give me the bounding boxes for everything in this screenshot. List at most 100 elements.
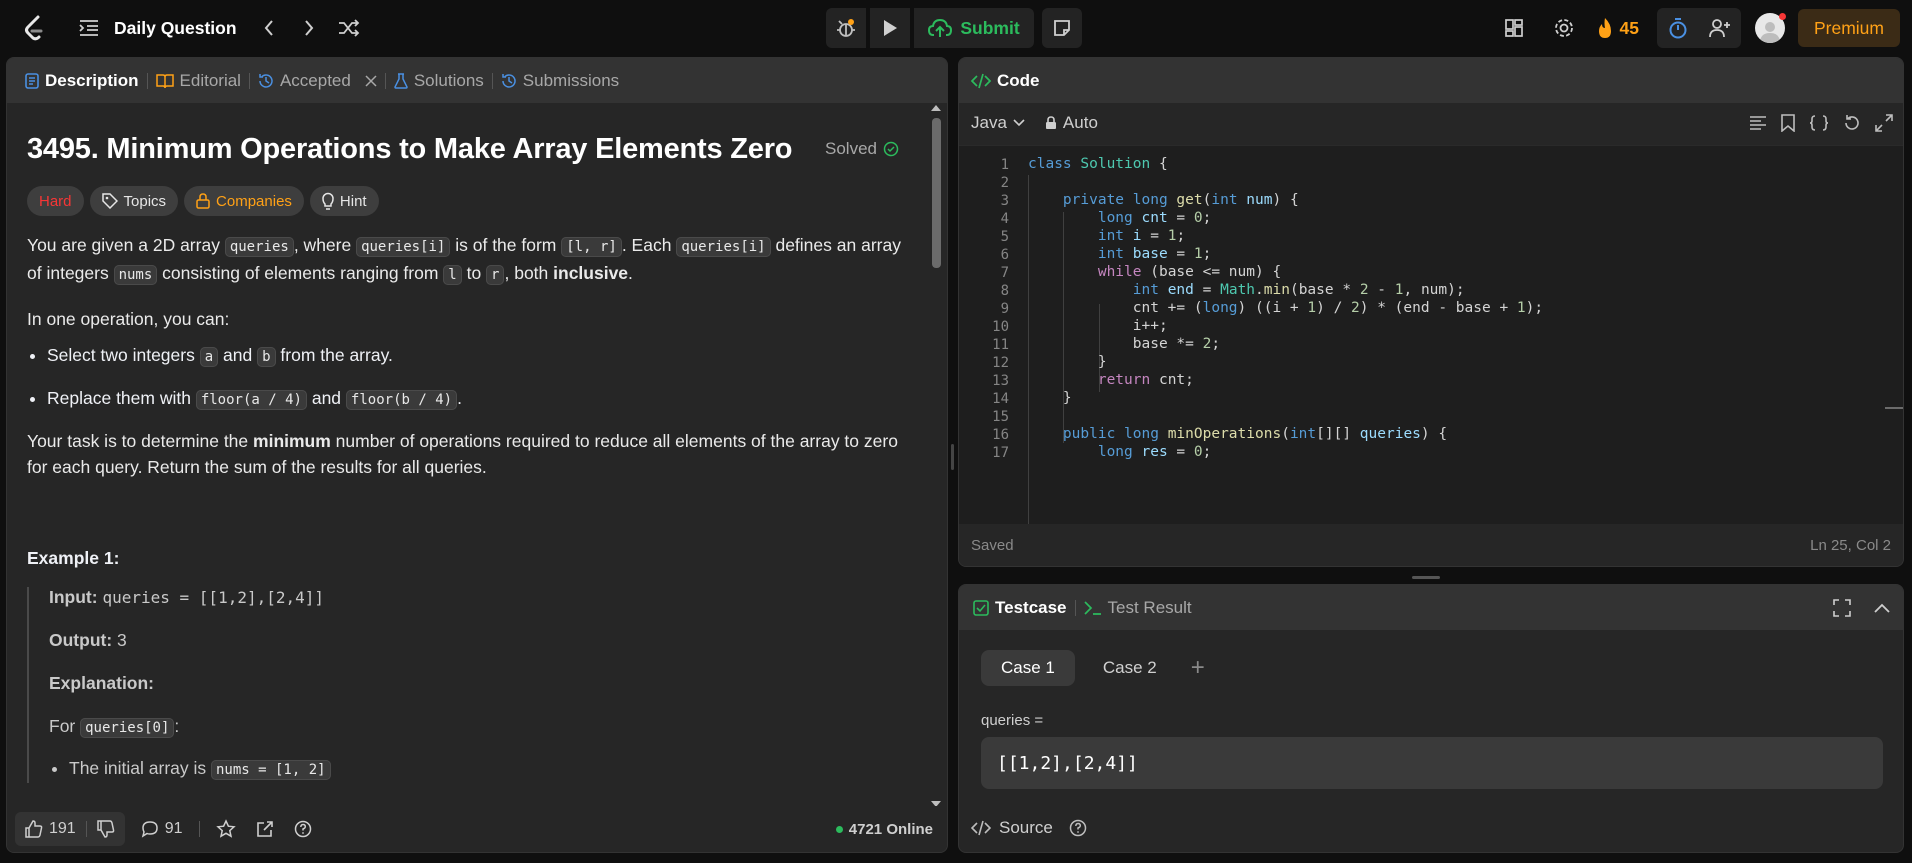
companies-button[interactable]: Companies — [184, 186, 304, 216]
description-scrollbar[interactable] — [929, 103, 943, 808]
add-case-button[interactable]: + — [1185, 650, 1211, 686]
code-line: base *= 2; — [1028, 336, 1221, 352]
favorite-button[interactable] — [206, 812, 246, 846]
inline-code: a — [199, 347, 219, 367]
code-line: int base = 1; — [1097, 246, 1212, 262]
question-circle-icon[interactable] — [1069, 819, 1087, 837]
tab-testcase[interactable]: Testcase — [969, 585, 1075, 630]
param-input[interactable]: [[1,2],[2,4]] — [981, 737, 1883, 789]
lightbulb-icon — [322, 192, 334, 210]
tab-description[interactable]: Description — [17, 58, 147, 103]
comments-button[interactable]: 91 — [131, 812, 193, 846]
language-select[interactable]: Java — [971, 113, 1025, 133]
top-bar: Daily Question Submit 45 Premium — [0, 0, 1912, 56]
reset-icon[interactable] — [1843, 114, 1861, 132]
line-number: 14 — [992, 391, 1009, 407]
line-number: 9 — [1000, 301, 1009, 317]
case-1-tab[interactable]: Case 1 — [981, 650, 1075, 686]
inline-code: r — [486, 265, 505, 285]
problem-list-icon[interactable] — [72, 11, 106, 45]
line-number: 15 — [992, 409, 1009, 425]
maximize-icon[interactable] — [1833, 598, 1851, 617]
text: . — [628, 263, 633, 283]
text: Your task is to determine the — [27, 431, 254, 451]
text: Replace them with — [47, 388, 196, 408]
line-number: 6 — [1000, 247, 1009, 263]
book-icon — [155, 73, 174, 88]
inline-code: queries[0] — [80, 718, 175, 738]
debug-button[interactable] — [826, 8, 866, 48]
text: . Each — [621, 235, 677, 255]
topics-button[interactable]: Topics — [89, 186, 179, 216]
like-count: 191 — [49, 820, 76, 837]
inline-code: nums = [1, 2] — [211, 760, 331, 780]
source-toggle[interactable]: Source — [971, 818, 1087, 838]
bold-text: minimum — [253, 431, 331, 451]
premium-button[interactable]: Premium — [1797, 9, 1900, 47]
tab-accepted[interactable]: Accepted — [250, 58, 385, 103]
external-link-icon — [256, 821, 273, 837]
submit-button[interactable]: Submit — [914, 8, 1034, 48]
settings-button[interactable] — [1544, 8, 1584, 48]
prev-problem-button[interactable] — [249, 8, 289, 48]
daily-question-title[interactable]: Daily Question — [114, 18, 237, 39]
close-tab-icon[interactable] — [365, 74, 377, 87]
vertical-resize-handle[interactable] — [951, 444, 954, 470]
line-number: 4 — [1000, 211, 1009, 227]
tab-test-result[interactable]: Test Result — [1076, 585, 1200, 630]
dislike-button[interactable] — [87, 812, 125, 846]
tab-solutions[interactable]: Solutions — [386, 58, 492, 103]
share-button[interactable] — [246, 812, 284, 846]
explanation-list: The initial array is nums = [1, 2] — [69, 755, 917, 783]
inline-code: queries — [224, 237, 294, 257]
code-line: cnt += (long) ((i + 1) / 2) * (end - bas… — [1028, 300, 1544, 316]
gear-icon — [1554, 19, 1573, 37]
chevron-up-icon[interactable] — [1873, 602, 1891, 614]
hint-button[interactable]: Hint — [309, 186, 379, 216]
help-button[interactable] — [284, 812, 322, 846]
random-problem-button[interactable] — [329, 8, 369, 48]
scrollbar-thumb[interactable] — [932, 118, 941, 268]
line-number: 8 — [1000, 283, 1009, 299]
code-line: private long get(int num) { — [1062, 192, 1299, 208]
tab-editorial[interactable]: Editorial — [148, 58, 249, 103]
thumbs-up-icon — [25, 820, 43, 838]
list-item: Replace them with floor(a / 4) and floor… — [47, 385, 917, 413]
language-label: Java — [971, 113, 1007, 132]
horizontal-resize-handle[interactable] — [1412, 576, 1440, 579]
star-icon — [215, 819, 236, 838]
note-icon — [1054, 20, 1070, 36]
layout-button[interactable] — [1494, 8, 1534, 48]
auto-mode-toggle[interactable]: Auto — [1045, 113, 1098, 133]
editor-status-bar: Saved Ln 25, Col 2 — [959, 524, 1903, 566]
braces-icon[interactable] — [1809, 115, 1829, 131]
chevron-left-icon — [264, 20, 273, 36]
inline-code: queries[i] — [356, 237, 451, 257]
question-circle-icon — [294, 820, 311, 838]
text: is of the form — [450, 235, 562, 255]
code-icon — [971, 820, 991, 836]
timer-button[interactable] — [1657, 8, 1699, 48]
next-problem-button[interactable] — [289, 8, 329, 48]
invite-button[interactable] — [1699, 8, 1741, 48]
hint-label: Hint — [339, 192, 367, 210]
run-button[interactable] — [870, 8, 910, 48]
tab-submissions[interactable]: Submissions — [493, 58, 627, 103]
example-title: Example 1: — [27, 548, 120, 568]
streak-counter[interactable]: 45 — [1596, 17, 1639, 39]
like-button[interactable]: 191 — [15, 812, 86, 846]
notes-button[interactable] — [1042, 8, 1082, 48]
leetcode-logo-icon[interactable] — [18, 12, 50, 44]
scroll-up-icon[interactable] — [929, 103, 943, 113]
output-value: 3 — [117, 630, 127, 650]
line-number: 16 — [992, 427, 1009, 443]
line-number: 12 — [992, 355, 1009, 371]
code-line: class Solution { — [1028, 156, 1168, 172]
code-line: return cnt; — [1097, 372, 1194, 388]
code-editor[interactable]: 1 2 3 4 5 6 7 8 9 10 11 12 13 14 15 16 17 class Solution… — [959, 145, 1903, 525]
case-2-tab[interactable]: Case 2 — [1083, 650, 1177, 686]
expand-icon[interactable] — [1875, 114, 1893, 132]
code-line: long res = 0; — [1097, 444, 1212, 460]
format-align-icon[interactable] — [1749, 115, 1767, 131]
bookmark-icon[interactable] — [1781, 114, 1795, 132]
